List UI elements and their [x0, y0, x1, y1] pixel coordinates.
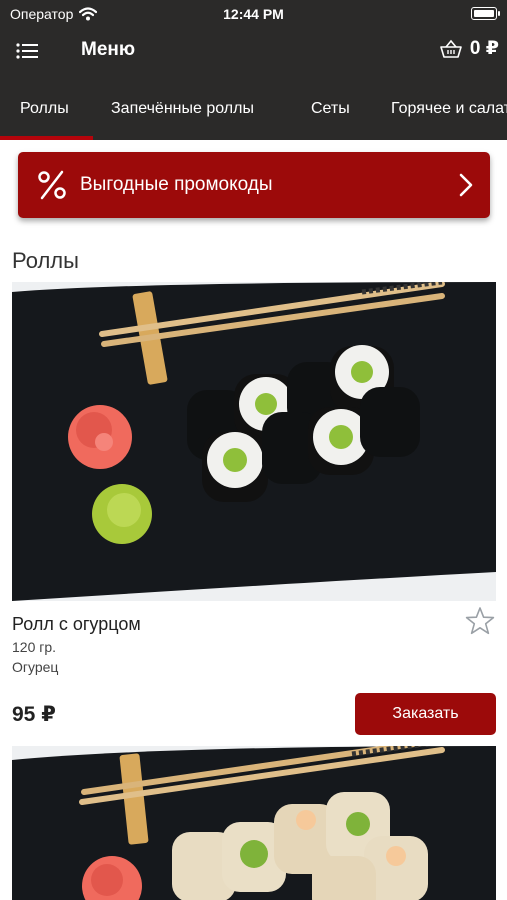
product-price: 95 ₽ [12, 703, 56, 726]
app-header: Оператор 12:44 PM Меню 0 ₽ Роллы Запечён… [0, 0, 507, 140]
product-description: Огурец [12, 659, 59, 675]
page-title: Меню [81, 39, 136, 60]
basket-icon [440, 39, 462, 58]
product-name[interactable]: Ролл с огурцом [12, 614, 141, 635]
percent-icon [38, 170, 66, 200]
promo-label: Выгодные промокоды [80, 174, 273, 195]
section-title: Роллы [12, 248, 79, 273]
product-image[interactable] [12, 746, 496, 900]
product-weight: 120 гр. [12, 639, 57, 655]
star-outline-icon[interactable] [464, 605, 496, 637]
category-tabs: Роллы Запечённые роллы Сеты Горячее и са… [0, 82, 507, 140]
tab-sets[interactable]: Сеты [311, 100, 350, 118]
menu-list-icon[interactable] [14, 38, 42, 64]
status-bar: Оператор 12:44 PM [0, 0, 507, 28]
cart-total: 0 ₽ [469, 38, 499, 59]
tab-rolls[interactable]: Роллы [20, 100, 69, 118]
tab-baked-rolls[interactable]: Запечённые роллы [111, 100, 254, 118]
product-image[interactable] [12, 282, 496, 601]
active-tab-indicator [0, 136, 93, 140]
order-button[interactable]: Заказать [355, 693, 496, 735]
promo-codes-banner[interactable]: Выгодные промокоды [18, 152, 490, 218]
status-time: 12:44 PM [223, 6, 284, 22]
tab-hot-and-salads[interactable]: Горячее и салаты [391, 100, 507, 118]
chevron-right-icon [459, 173, 473, 197]
nav-bar: Меню 0 ₽ [0, 28, 507, 74]
cart-button[interactable]: 0 ₽ [440, 37, 499, 60]
battery-icon [471, 7, 500, 20]
